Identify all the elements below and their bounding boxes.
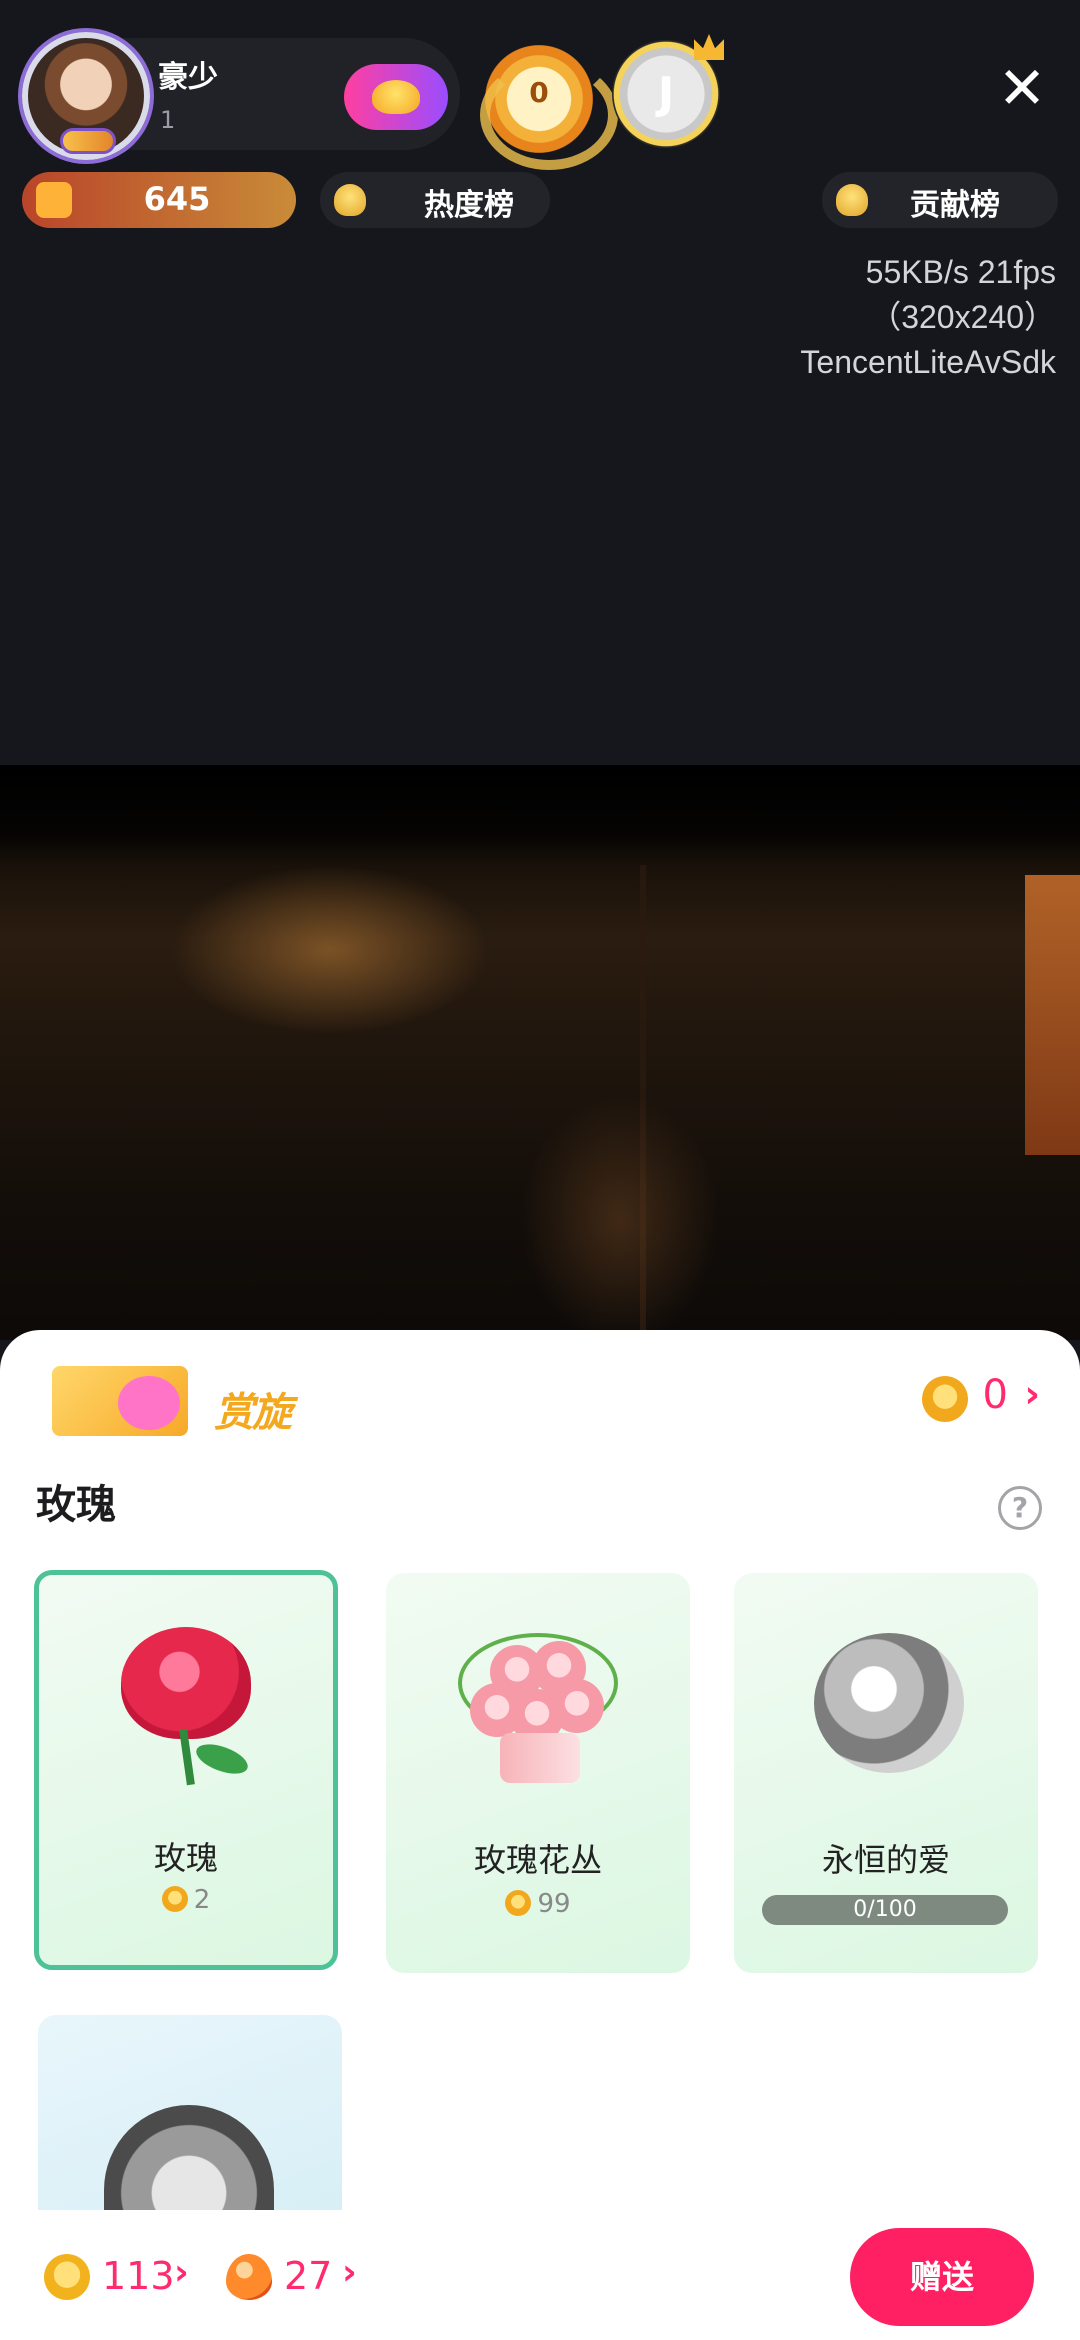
fan-medal-badge[interactable]: 0 (480, 40, 618, 170)
section-title: 玫瑰 (36, 1482, 116, 1528)
live-header-area: 豪少 1 0 J ✕ 645 热度榜 贡献榜 55KB/s 21fps （320… (0, 0, 1080, 765)
heart-icon (372, 80, 420, 114)
bean-wallet[interactable]: 27 › (226, 2252, 376, 2302)
host-subtitle: 1 (160, 106, 176, 134)
gift-icon (36, 182, 72, 218)
eternal-love-icon (806, 1623, 966, 1783)
piggy-icon (118, 1376, 180, 1430)
umbrella-icon (104, 2105, 274, 2215)
rose-head (121, 1627, 251, 1739)
video-light-glow (170, 865, 490, 1035)
coin-icon (161, 1886, 188, 1912)
coin-wallet[interactable]: 113 › (44, 2252, 204, 2302)
gift-price-value: 2 (193, 1885, 211, 1915)
bean-wallet-value: 27 (284, 2254, 333, 2298)
guard-glyph: J (657, 68, 675, 119)
gift-card-rose[interactable]: 玫瑰 2 (34, 1570, 338, 1970)
panel-balance-value: 0 (982, 1372, 1008, 1418)
bouquet-icon (458, 1623, 618, 1783)
gift-name: 玫瑰花丛 (473, 1841, 602, 1879)
stats-line-sdk: TencentLiteAvSdk (800, 344, 1056, 380)
chevron-right-icon: › (1024, 1372, 1040, 1416)
send-button[interactable]: 赠送 (850, 2228, 1034, 2326)
gift-bottom-bar: 113 › 27 › 赠送 (0, 2210, 1080, 2340)
gift-card-eternal-love[interactable]: 永恒的爱 0/100 (734, 1573, 1038, 1973)
trophy-icon (334, 184, 366, 216)
gift-panel: 赏旋 0 › 玫瑰 ? 玫瑰 2 玫瑰花丛 99 永恒的爱 0/100 113 … (0, 1330, 1080, 2340)
gift-progress-bar: 0/100 (762, 1895, 1008, 1925)
gift-price-value: 99 (537, 1889, 571, 1919)
panel-balance[interactable]: 0 › (890, 1372, 1050, 1428)
rose-icon (109, 1621, 269, 1786)
coin-icon (44, 2254, 90, 2300)
rose-leaf (192, 1738, 252, 1780)
gift-price: 2 (39, 1885, 333, 1915)
medal-value: 0 (529, 76, 549, 109)
follow-button[interactable] (344, 64, 448, 130)
bean-icon (226, 2254, 272, 2300)
close-button[interactable]: ✕ (990, 56, 1054, 120)
coin-icon (922, 1376, 968, 1422)
gift-name: 玫瑰 (153, 1839, 218, 1877)
contribution-rank-label: 贡献榜 (910, 188, 1000, 223)
chevron-right-icon: › (174, 2252, 189, 2293)
gift-card-rose-bouquet[interactable]: 玫瑰花丛 99 (386, 1573, 690, 1973)
stream-stats: 55KB/s 21fps （320x240） TencentLiteAvSdk (800, 250, 1056, 385)
event-banner[interactable] (52, 1366, 188, 1436)
gift-price: 99 (386, 1889, 690, 1919)
video-side-light (1025, 875, 1080, 1155)
stats-line-resolution: （320x240） (869, 299, 1056, 335)
guard-badge[interactable]: J (612, 34, 724, 148)
event-banner-title[interactable]: 赏旋 (214, 1380, 292, 1438)
coin-icon (505, 1890, 532, 1916)
gift-name: 永恒的爱 (821, 1841, 950, 1879)
coin-wallet-value: 113 (102, 2254, 175, 2298)
host-name: 豪少 (158, 60, 218, 95)
avatar-level-badge (60, 128, 116, 154)
hot-rank-label: 热度榜 (424, 188, 514, 223)
gift-coins-pill[interactable]: 645 (22, 172, 296, 228)
chevron-right-icon: › (342, 2252, 357, 2293)
video-figure (520, 1095, 720, 1340)
hot-rank-button[interactable]: 热度榜 (320, 172, 550, 228)
gift-coins-value: 645 (143, 180, 211, 218)
eternal-love-art (814, 1633, 964, 1773)
gift-progress-text: 0/100 (853, 1897, 917, 1922)
contribution-rank-button[interactable]: 贡献榜 (822, 172, 1058, 228)
crown-icon (694, 34, 724, 60)
trophy-icon (836, 184, 868, 216)
help-icon[interactable]: ? (998, 1486, 1042, 1530)
live-video[interactable] (0, 765, 1080, 1340)
stats-line-bitrate: 55KB/s 21fps (865, 254, 1056, 290)
bouquet-bow (500, 1733, 580, 1783)
